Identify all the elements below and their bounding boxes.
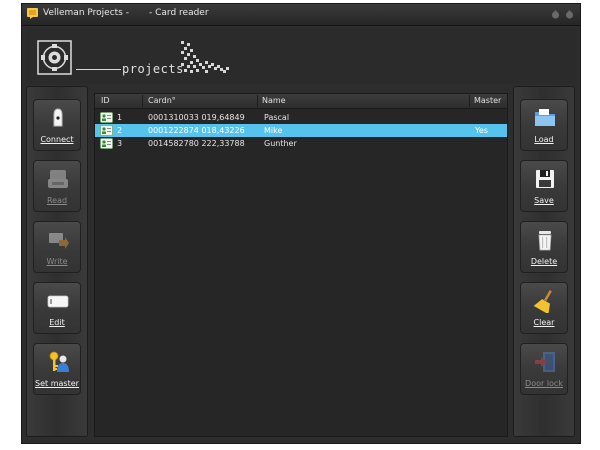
connect-label: Connect	[40, 135, 74, 144]
load-button[interactable]: Load	[520, 99, 568, 151]
trash-can-icon	[538, 231, 552, 251]
write-button[interactable]: Write	[33, 221, 81, 273]
table-row[interactable]: 3 0014582780 222,33788 Gunther	[95, 137, 507, 150]
card-reader-icon	[48, 170, 68, 188]
card-icon	[47, 295, 69, 308]
app-window: Velleman Projects - - Card reader projec…	[21, 3, 581, 444]
edit-button[interactable]: Edit	[33, 282, 81, 334]
card-user-icon	[100, 112, 113, 123]
folder-icon	[535, 109, 555, 126]
velleman-logo-icon	[37, 40, 72, 75]
row-master: Yes	[475, 126, 488, 135]
write-label: Write	[46, 257, 68, 266]
row-name: Mike	[264, 126, 283, 135]
row-card-number: 0014582780 222,33788	[148, 139, 245, 148]
logo-text: projects	[122, 62, 184, 76]
load-label: Load	[534, 135, 554, 144]
window-title: Velleman Projects -	[43, 8, 129, 18]
window-subtitle: - Card reader	[149, 8, 209, 18]
door-lock-label: Door lock	[525, 379, 563, 388]
key-user-icon	[49, 351, 69, 372]
row-id: 1	[117, 113, 123, 122]
write-card-icon	[49, 233, 69, 249]
table-row-selected[interactable]: 2 0001222874 018,43226 Mike Yes	[95, 124, 507, 137]
clear-button[interactable]: Clear	[520, 282, 568, 334]
broom-icon	[533, 290, 552, 313]
logo-underline	[76, 69, 121, 70]
close-icon[interactable]	[565, 10, 574, 19]
connect-button[interactable]: Connect	[33, 99, 81, 151]
save-label: Save	[534, 196, 554, 205]
card-list[interactable]: ID Cardn° Name Master 1 0001310033 019,6…	[94, 93, 508, 437]
delete-button[interactable]: Delete	[520, 221, 568, 273]
floppy-disk-icon	[536, 170, 554, 188]
delete-label: Delete	[530, 257, 558, 266]
set-master-label: Set master	[35, 379, 79, 388]
right-toolbar: Load Save Delete Clear Door lock	[513, 86, 575, 437]
door-exit-icon	[535, 352, 555, 372]
column-header-name[interactable]: Name	[262, 96, 286, 105]
minimize-icon[interactable]	[551, 10, 560, 19]
left-toolbar: Connect Read Write Edit Set master	[26, 86, 88, 437]
read-label: Read	[46, 196, 68, 205]
door-bell-icon	[53, 108, 63, 127]
row-id: 2	[117, 126, 123, 135]
row-name: Gunther	[264, 139, 297, 148]
pixel-art-icon	[181, 41, 229, 73]
banner: projects	[26, 29, 576, 84]
card-user-icon	[100, 125, 113, 136]
edit-label: Edit	[49, 318, 65, 327]
app-icon	[27, 8, 38, 19]
row-card-number: 0001222874 018,43226	[148, 126, 245, 135]
read-button[interactable]: Read	[33, 160, 81, 212]
column-header-cardno[interactable]: Cardn°	[148, 96, 176, 105]
card-user-icon	[100, 138, 113, 149]
column-header-master[interactable]: Master	[474, 96, 501, 105]
table-row[interactable]: 1 0001310033 019,64849 Pascal	[95, 111, 507, 124]
column-header-id[interactable]: ID	[101, 96, 110, 105]
save-button[interactable]: Save	[520, 160, 568, 212]
row-id: 3	[117, 139, 123, 148]
title-bar[interactable]: Velleman Projects - - Card reader	[22, 4, 580, 26]
row-card-number: 0001310033 019,64849	[148, 113, 245, 122]
row-name: Pascal	[264, 113, 290, 122]
clear-label: Clear	[533, 318, 555, 327]
door-lock-button[interactable]: Door lock	[520, 343, 568, 395]
set-master-button[interactable]: Set master	[33, 343, 81, 395]
list-header: ID Cardn° Name Master	[95, 94, 507, 109]
